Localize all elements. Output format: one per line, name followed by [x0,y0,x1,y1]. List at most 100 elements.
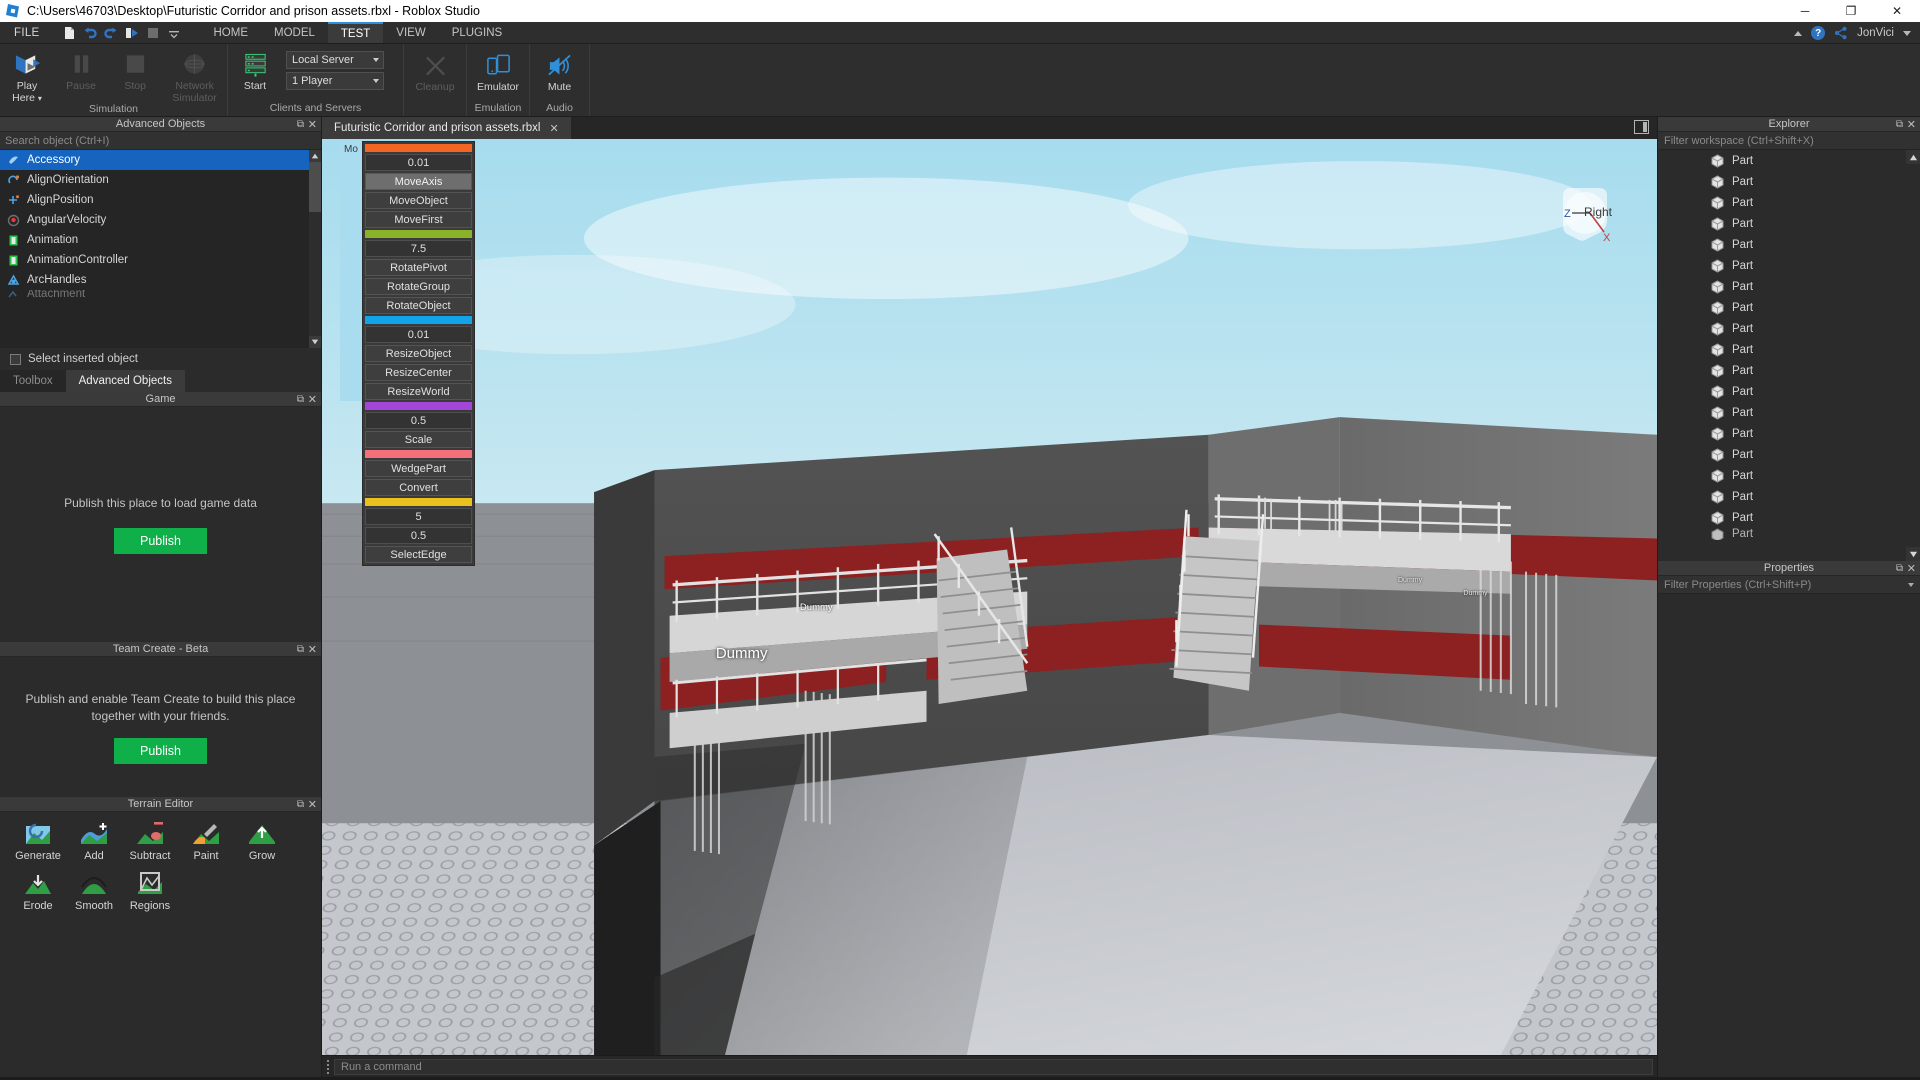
plugin-button-moveaxis[interactable]: MoveAxis [365,173,472,190]
plugin-button-resizeworld[interactable]: ResizeWorld [365,383,472,400]
select-inserted-object-row[interactable]: Select inserted object [0,348,321,370]
advanced-objects-scrollbar[interactable] [309,150,321,348]
plugin-value-edge-2[interactable]: 0.5 [365,527,472,544]
cleanup-button[interactable]: Cleanup [404,46,466,94]
run-command-input[interactable]: Run a command [334,1059,1653,1075]
object-item-accessory[interactable]: Accessory [0,150,321,170]
document-tab[interactable]: Futuristic Corridor and prison assets.rb… [322,117,571,139]
advanced-objects-list[interactable]: Accessory AlignOrientation [0,150,321,348]
user-name-label[interactable]: JonVici [1857,27,1894,39]
tab-toolbox[interactable]: Toolbox [0,370,66,392]
plugin-button-wedgepart[interactable]: WedgePart [365,460,472,477]
help-icon[interactable]: ? [1811,26,1825,40]
plugin-button-moveobject[interactable]: MoveObject [365,192,472,209]
object-item-animationcontroller[interactable]: AnimationController [0,250,321,270]
explorer-item[interactable]: Part [1658,528,1920,540]
terrain-tool-add[interactable]: Add [66,820,122,862]
plugin-button-selectedge[interactable]: SelectEdge [365,546,472,563]
plugin-widget[interactable]: Mo 0.01 MoveAxis MoveObject MoveFir [340,141,475,566]
terrain-tool-subtract[interactable]: Subtract [122,820,178,862]
explorer-item[interactable]: Part [1658,381,1920,402]
select-inserted-object-checkbox[interactable] [10,354,21,365]
explorer-item[interactable]: Part [1658,402,1920,423]
explorer-item[interactable]: Part [1658,318,1920,339]
close-button[interactable]: ✕ [1874,0,1920,22]
share-icon[interactable] [1834,26,1848,40]
plugin-button-resizecenter[interactable]: ResizeCenter [365,364,472,381]
object-item-partial[interactable]: Attachment [0,290,321,298]
search-object-input[interactable]: Search object (Ctrl+I) [0,132,321,150]
command-bar-grip[interactable] [322,1060,332,1074]
explorer-item[interactable]: Part [1658,444,1920,465]
explorer-item[interactable]: Part [1658,339,1920,360]
plugin-value-scale[interactable]: 0.5 [365,412,472,429]
close-icon[interactable]: ✕ [308,798,317,811]
file-menu-button[interactable]: FILE [0,22,54,43]
explorer-item[interactable]: Part [1658,360,1920,381]
dock-float-icon[interactable]: ⧉ [1896,119,1903,130]
plugin-button-rotategroup[interactable]: RotateGroup [365,278,472,295]
explorer-tree[interactable]: Part Part Part Part Part Part Part Part … [1658,150,1920,561]
scroll-up-arrow-icon[interactable] [1906,150,1920,164]
network-simulator-button[interactable]: Network Simulator [162,46,227,104]
undo-icon[interactable] [83,26,97,40]
plugin-value-resize[interactable]: 0.01 [365,326,472,343]
plugin-value-move[interactable]: 0.01 [365,154,472,171]
explorer-item[interactable]: Part [1658,297,1920,318]
tab-advanced-objects[interactable]: Advanced Objects [66,370,185,392]
pause-button[interactable]: Pause [54,46,108,93]
dock-float-icon[interactable]: ⧉ [297,394,304,405]
plugin-value-rotate[interactable]: 7.5 [365,240,472,257]
server-type-select[interactable]: Local Server [286,51,384,69]
play-here-button[interactable]: Play Here ▾ [0,46,54,104]
explorer-item[interactable]: Part [1658,423,1920,444]
explorer-item[interactable]: Part [1658,234,1920,255]
overflow-icon[interactable] [167,26,181,40]
tab-home[interactable]: HOME [201,22,262,43]
dock-float-icon[interactable]: ⧉ [1896,563,1903,574]
emulator-button[interactable]: Emulator [467,46,529,94]
explorer-item[interactable]: Part [1658,171,1920,192]
object-item-alignorientation[interactable]: AlignOrientation [0,170,321,190]
close-icon[interactable]: ✕ [308,643,317,656]
document-tab-close-icon[interactable]: ✕ [549,122,558,135]
game-publish-button[interactable]: Publish [114,528,207,554]
minimize-button[interactable]: ─ [1782,0,1828,22]
stop-button[interactable]: Stop [108,46,162,93]
close-icon[interactable]: ✕ [308,118,317,131]
scroll-down-arrow-icon[interactable] [1906,547,1920,561]
viewport-layout-icon[interactable] [1634,120,1649,139]
tab-model[interactable]: MODEL [261,22,328,43]
dock-float-icon[interactable]: ⧉ [297,119,304,130]
object-item-animation[interactable]: Animation [0,230,321,250]
collapse-ribbon-icon[interactable] [1794,31,1802,36]
explorer-item[interactable]: Part [1658,150,1920,171]
terrain-tool-grow[interactable]: Grow [234,820,290,862]
close-icon[interactable]: ✕ [1907,562,1916,575]
publish-icon[interactable] [125,26,139,40]
scroll-down-arrow-icon[interactable] [309,336,321,348]
plugin-button-convert[interactable]: Convert [365,479,472,496]
scrollbar-thumb[interactable] [309,162,321,212]
player-count-select[interactable]: 1 Player [286,72,384,90]
terrain-tool-generate[interactable]: Generate [10,820,66,862]
properties-filter-input[interactable]: Filter Properties (Ctrl+Shift+P) [1658,576,1920,594]
terrain-tool-paint[interactable]: Paint [178,820,234,862]
explorer-item[interactable]: Part [1658,507,1920,528]
start-server-button[interactable]: Start [228,46,282,93]
object-item-angularvelocity[interactable]: AngularVelocity [0,210,321,230]
team-create-publish-button[interactable]: Publish [114,738,207,764]
object-item-alignposition[interactable]: AlignPosition [0,190,321,210]
plugin-button-movefirst[interactable]: MoveFirst [365,211,472,228]
user-menu-chevron-down-icon[interactable] [1903,31,1911,36]
scroll-up-arrow-icon[interactable] [309,150,321,162]
explorer-item[interactable]: Part [1658,465,1920,486]
explorer-item[interactable]: Part [1658,486,1920,507]
object-item-archandles[interactable]: ArcHandles [0,270,321,290]
mute-button[interactable]: Mute [530,46,589,94]
new-file-icon[interactable] [62,26,76,40]
stop-icon[interactable] [146,26,160,40]
explorer-filter-input[interactable]: Filter workspace (Ctrl+Shift+X) [1658,132,1920,150]
explorer-item[interactable]: Part [1658,255,1920,276]
tab-view[interactable]: VIEW [383,22,438,43]
